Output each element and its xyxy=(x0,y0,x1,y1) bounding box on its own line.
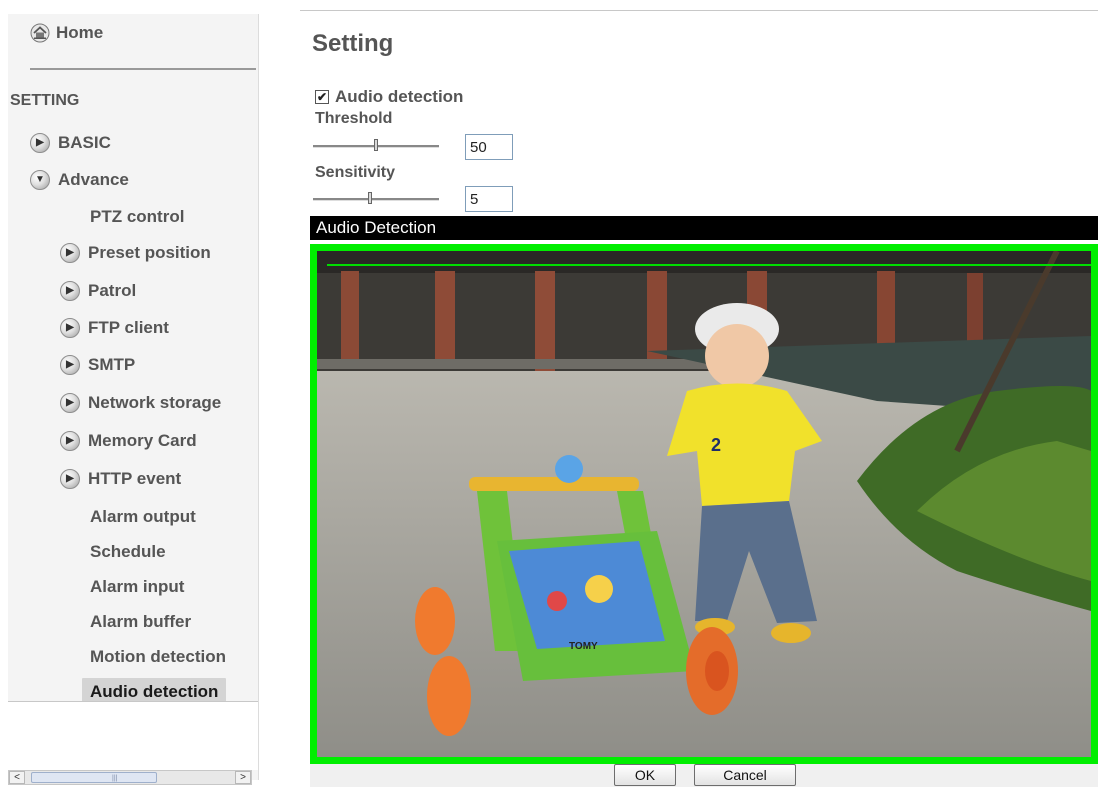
ok-button[interactable]: OK xyxy=(614,764,676,786)
audio-detection-checkbox[interactable]: ✔ xyxy=(315,90,329,104)
home-icon xyxy=(30,23,50,43)
nav-ptz-control[interactable]: PTZ control xyxy=(90,207,184,227)
nav-alarm-output[interactable]: Alarm output xyxy=(90,507,196,527)
nav-label: Preset position xyxy=(88,243,211,262)
collapse-arrow-icon: ▼ xyxy=(30,170,50,190)
nav-label: Alarm output xyxy=(90,507,196,526)
nav-label: FTP client xyxy=(88,318,169,337)
nav-http-event[interactable]: ▶ HTTP event xyxy=(60,469,181,489)
nav-smtp[interactable]: ▶ SMTP xyxy=(60,355,135,375)
nav-label: Alarm input xyxy=(90,577,185,596)
threshold-label: Threshold xyxy=(315,110,393,127)
sidebar-divider xyxy=(30,68,256,70)
nav-label: Memory Card xyxy=(88,431,197,450)
sidebar-horizontal-scrollbar[interactable]: < ||| > xyxy=(8,770,252,785)
expand-arrow-icon: ▶ xyxy=(60,355,80,375)
nav-alarm-buffer[interactable]: Alarm buffer xyxy=(90,612,191,632)
expand-arrow-icon: ▶ xyxy=(60,281,80,301)
child-face xyxy=(705,324,769,388)
button-bar: OK Cancel xyxy=(310,764,1098,787)
nav-label: Network storage xyxy=(88,393,222,412)
nav-label: Advance xyxy=(58,170,129,189)
sensitivity-input[interactable] xyxy=(465,186,513,212)
scrollbar-thumb[interactable]: ||| xyxy=(31,772,157,783)
slider-knob[interactable] xyxy=(374,139,378,151)
shirt-number: 2 xyxy=(711,435,721,455)
slider-track xyxy=(313,198,439,201)
expand-arrow-icon: ▶ xyxy=(60,469,80,489)
nav-advance[interactable]: ▼ Advance xyxy=(30,170,129,190)
audio-detection-video: 2 TOMY xyxy=(310,244,1098,764)
nav-label: BASIC xyxy=(58,133,111,152)
threshold-slider[interactable] xyxy=(313,139,439,153)
toy-wheel xyxy=(415,587,455,655)
nav-preset-position[interactable]: ▶ Preset position xyxy=(60,243,211,263)
scrollbar-grip: ||| xyxy=(112,775,118,782)
scroll-right-icon[interactable]: > xyxy=(235,771,251,784)
toy-handle xyxy=(469,477,639,491)
audio-detection-label: Audio detection xyxy=(335,87,464,106)
expand-arrow-icon: ▶ xyxy=(60,431,80,451)
nav-ftp-client[interactable]: ▶ FTP client xyxy=(60,318,169,338)
sidebar: Home SETTING ▶ BASIC ▼ Advance PTZ contr… xyxy=(8,14,259,780)
cancel-button[interactable]: Cancel xyxy=(694,764,796,786)
nav-memory-card[interactable]: ▶ Memory Card xyxy=(60,431,197,451)
camera-view: 2 TOMY xyxy=(317,251,1091,757)
expand-arrow-icon: ▶ xyxy=(30,133,50,153)
sensitivity-label: Sensitivity xyxy=(315,164,396,181)
sensitivity-slider[interactable] xyxy=(313,192,439,206)
nav-schedule[interactable]: Schedule xyxy=(90,542,166,562)
nav-patrol[interactable]: ▶ Patrol xyxy=(60,281,136,301)
nav-basic[interactable]: ▶ BASIC xyxy=(30,133,111,153)
video-header: Audio Detection xyxy=(310,216,1098,240)
top-divider xyxy=(300,10,1098,11)
home-label: Home xyxy=(56,23,104,42)
slider-knob[interactable] xyxy=(367,192,372,204)
expand-arrow-icon: ▶ xyxy=(60,243,80,263)
nav-label: SMTP xyxy=(88,355,136,374)
audio-detection-toggle[interactable]: ✔ Audio detection xyxy=(315,87,463,107)
nav-motion-detection[interactable]: Motion detection xyxy=(90,647,226,667)
nav-label: Schedule xyxy=(90,542,166,561)
setting-section-title: SETTING xyxy=(10,92,80,109)
page-title: Setting xyxy=(312,30,394,57)
nav-label: PTZ control xyxy=(90,207,185,226)
nav-alarm-input[interactable]: Alarm input xyxy=(90,577,184,597)
toy-top-figure xyxy=(555,455,583,483)
threshold-input[interactable] xyxy=(465,134,513,160)
nav-label: Patrol xyxy=(88,281,137,300)
toy-wheel xyxy=(427,656,471,736)
nav-label: Motion detection xyxy=(90,647,226,666)
expand-arrow-icon: ▶ xyxy=(60,318,80,338)
nav-label: HTTP event xyxy=(88,469,182,488)
scroll-left-icon[interactable]: < xyxy=(9,771,25,784)
toy-brand-text: TOMY xyxy=(569,641,598,652)
sidebar-footer xyxy=(8,701,258,770)
nav-label: Alarm buffer xyxy=(90,612,192,631)
expand-arrow-icon: ▶ xyxy=(60,393,80,413)
detection-line xyxy=(327,264,1091,266)
nav-network-storage[interactable]: ▶ Network storage xyxy=(60,393,221,413)
home-link[interactable]: Home xyxy=(30,20,103,46)
nav-label: Audio detection xyxy=(90,682,219,701)
